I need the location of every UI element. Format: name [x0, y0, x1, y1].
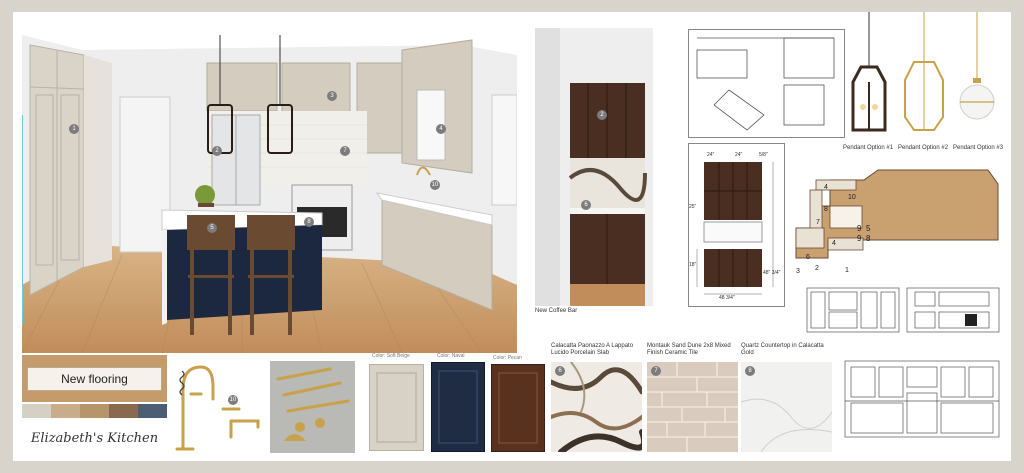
plan-num-4a: 4 — [824, 184, 828, 191]
dim-2: 24" — [735, 152, 743, 158]
swatch-oak — [80, 404, 109, 418]
dim-3: 5/8" — [759, 152, 768, 158]
callout-7: 7 — [340, 146, 350, 156]
plan-num-6: 6 — [806, 254, 810, 261]
plan-num-9b: 9 — [857, 234, 862, 243]
pendant-2-image — [901, 12, 947, 140]
callout-3: 3 — [327, 91, 337, 101]
swatch-tan — [51, 404, 80, 418]
caption-quartz: Quartz Countertop in Calacatta Gold — [741, 343, 824, 356]
design-board: 1 2 3 4 5 7 8 10 New flooring Elizabeth'… — [13, 12, 1011, 461]
plan-num-4b: 4 — [832, 240, 836, 247]
door-naval — [431, 362, 485, 452]
quartz-sample: 8 — [741, 362, 832, 452]
plan-num-8b: 8 — [866, 234, 871, 243]
elevation-drawing-3 — [843, 357, 1001, 441]
label-naval: Color: Naval — [437, 353, 465, 359]
plan-num-5: 5 — [866, 224, 871, 233]
caption-slab: Calacatta Paonazzo A Lappato Lucido Porc… — [551, 343, 634, 356]
callout-8: 8 — [304, 217, 314, 227]
swatch-slate — [138, 404, 167, 418]
slab-sample: 6 — [551, 362, 642, 452]
dim-6: 48" 3/4" — [763, 270, 781, 276]
swatch-beige — [22, 404, 51, 418]
callout-coffee-2: 2 — [597, 110, 607, 120]
dim-5: 18" — [689, 262, 697, 268]
door-pecan — [491, 364, 545, 452]
dim-1: 24" — [707, 152, 715, 158]
pendant-option-1-label: Pendant Option #1 — [843, 145, 894, 151]
callout-faucet-10: 10 — [228, 395, 238, 405]
callout-tile-7: 7 — [651, 366, 661, 376]
dim-7: 48 3/4" — [719, 295, 735, 301]
pendant-option-2-label: Pendant Option #2 — [898, 145, 949, 151]
pendant-3-image — [957, 12, 997, 140]
flooring-sample: New flooring — [22, 355, 167, 402]
pendant-option-3-label: Pendant Option #3 — [953, 145, 1004, 151]
plan-drawing-top — [688, 29, 845, 138]
coffee-bar-render: 2 6 — [535, 28, 653, 306]
plan-num-1: 1 — [845, 267, 849, 274]
plan-num-2: 2 — [815, 265, 819, 272]
callout-1: 1 — [69, 124, 79, 134]
swatch-walnut — [109, 404, 138, 418]
hardware-image — [270, 361, 355, 453]
palette-strip — [22, 404, 167, 418]
door-soft-beige — [369, 364, 424, 451]
callout-slab-6: 6 — [555, 366, 565, 376]
callout-5: 5 — [207, 223, 217, 233]
caption-tile: Montauk Sand Dune 2x8 Mixed Finish Ceram… — [647, 343, 731, 356]
callout-2: 2 — [212, 146, 222, 156]
dim-4: 25" — [689, 204, 697, 210]
pendant-1-image — [845, 12, 893, 140]
plan-num-9a: 9 — [857, 224, 862, 233]
callout-coffee-6: 6 — [581, 200, 591, 210]
tile-sample: 7 — [647, 362, 738, 452]
coffee-bar-elevation: 24" 24" 5/8" 25" 18" 48" 3/4" 48 3/4" — [688, 143, 785, 307]
coffee-bar-caption: New Coffee Bar — [535, 308, 578, 314]
label-soft-beige: Color: Soft Beige — [372, 353, 410, 359]
callout-4: 4 — [436, 124, 446, 134]
plan-num-10: 10 — [848, 194, 856, 201]
callout-quartz-8: 8 — [745, 366, 755, 376]
plan-num-8: 8 — [824, 206, 828, 213]
plan-num-3: 3 — [796, 268, 800, 275]
signature: Elizabeth's Kitchen — [30, 431, 159, 446]
flooring-label: New flooring — [27, 367, 162, 391]
callout-10: 10 — [430, 180, 440, 190]
faucet-image: 10 — [173, 359, 269, 453]
label-pecan: Color: Pecan — [493, 355, 522, 361]
kitchen-render: 1 2 3 4 5 7 8 10 — [22, 25, 517, 353]
elevation-drawing-2 — [905, 284, 1001, 336]
floor-plan: 4 10 8 7 4 9 5 9 8 6 2 1 3 — [788, 168, 1001, 280]
elevation-drawing-1 — [805, 284, 901, 336]
plan-num-7: 7 — [816, 219, 820, 226]
